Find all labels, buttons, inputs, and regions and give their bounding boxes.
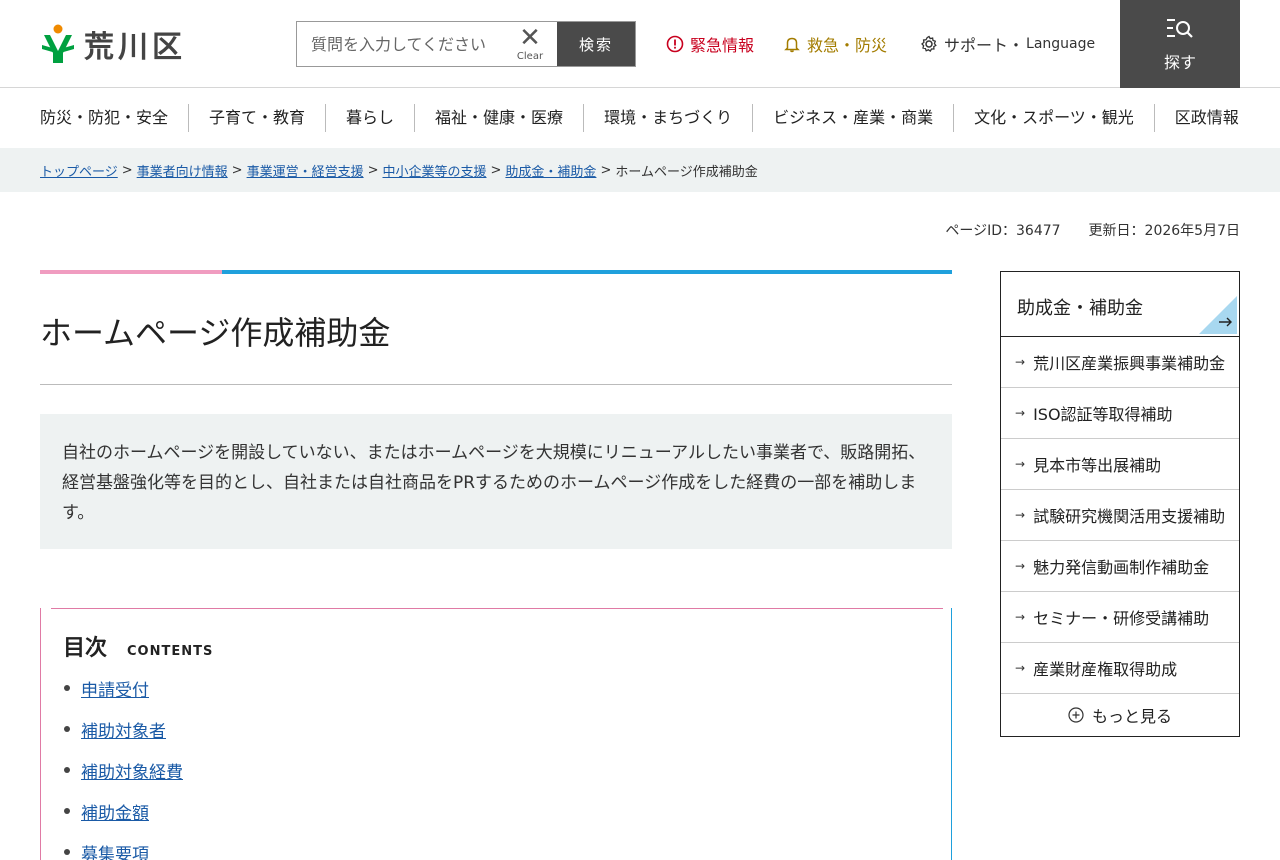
see-more-button[interactable]: もっと見る	[1001, 694, 1239, 736]
logo-text: 荒川区	[84, 30, 186, 65]
arrow-corner-icon	[1199, 296, 1237, 334]
sidebar-item[interactable]: → 産業財産権取得助成	[1001, 643, 1239, 694]
clear-label: Clear	[516, 50, 544, 62]
sidebar-item[interactable]: → セミナー・研修受講補助	[1001, 592, 1239, 643]
clear-button[interactable]: ✕ Clear	[503, 22, 557, 66]
toc-item: 申請受付	[63, 676, 183, 717]
toc-heading: 目次 CONTENTS	[63, 630, 213, 662]
menu-label: 探す	[1163, 53, 1196, 72]
gnav-item-childcare[interactable]: 子育て・教育	[188, 104, 325, 132]
arrow-right-icon: →	[1015, 559, 1026, 573]
breadcrumb-separator: >	[367, 162, 379, 178]
sidebar-item-label: 荒川区産業振興事業補助金	[1033, 354, 1226, 373]
bullet-icon	[64, 767, 70, 773]
breadcrumb-separator: >	[600, 162, 612, 178]
arrow-right-icon: →	[1015, 457, 1026, 471]
page-id: ページID：36477	[945, 223, 1061, 239]
arakawa-logo-icon	[42, 24, 74, 63]
toc-list: 申請受付 補助対象者 補助対象経費 補助金額 募集要項	[63, 676, 183, 860]
updated-date: 更新日：2026年5月7日	[1088, 223, 1240, 239]
sidebar-item-label: 魅力発信動画制作補助金	[1033, 558, 1210, 577]
global-nav: 防災・防犯・安全 子育て・教育 暮らし 福祉・健康・医療 環境・まちづくり ビジ…	[40, 100, 1240, 136]
toc-item: 補助対象者	[63, 717, 183, 758]
table-of-contents: 目次 CONTENTS 申請受付 補助対象者 補助対象経費 補助金額 募集要項	[40, 608, 952, 860]
breadcrumb-link[interactable]: トップページ	[40, 161, 118, 180]
breadcrumb-current: ホームページ作成補助金	[615, 164, 758, 180]
explore-menu-button[interactable]: 探す	[1120, 0, 1240, 88]
title-divider	[40, 384, 952, 385]
breadcrumb-link[interactable]: 事業運営・経営支援	[247, 161, 364, 180]
arrow-right-icon: →	[1015, 610, 1026, 624]
alert-circle-icon	[666, 35, 684, 53]
sidebar-item-label: ISO認証等取得補助	[1033, 405, 1173, 424]
emergency-label: 緊急情報	[690, 36, 755, 55]
site-header: 荒川区 ✕ Clear 検索 緊急情報 救急・防災 サポート・ Language	[0, 0, 1280, 88]
toc-item: 補助金額	[63, 799, 183, 840]
gnav-item-government[interactable]: 区政情報	[1153, 104, 1239, 132]
disaster-link[interactable]: 救急・防災	[783, 32, 887, 56]
toc-item: 募集要項	[63, 840, 183, 860]
sidebar-title: 助成金・補助金	[1017, 298, 1143, 319]
language-label: Language	[1026, 36, 1096, 52]
sidebar-item[interactable]: → 試験研究機関活用支援補助	[1001, 490, 1239, 541]
sidebar: 助成金・補助金 → 荒川区産業振興事業補助金 → ISO認証等取得補助 → 見本市等出…	[1000, 271, 1240, 737]
sidebar-item[interactable]: → 魅力発信動画制作補助金	[1001, 541, 1239, 592]
disaster-label: 救急・防災	[807, 36, 888, 55]
arrow-right-icon: →	[1015, 355, 1026, 369]
sidebar-item-label: 見本市等出展補助	[1033, 456, 1162, 475]
lead-text: 自社のホームページを開設していない、またはホームページを大規模にリニューアルした…	[40, 414, 952, 549]
search-box: ✕ Clear 検索	[296, 21, 636, 67]
breadcrumb-separator: >	[490, 162, 502, 178]
bullet-icon	[64, 808, 70, 814]
site-logo[interactable]: 荒川区	[40, 22, 186, 66]
bullet-icon	[64, 849, 70, 855]
page-meta: ページID：36477 更新日：2026年5月7日	[945, 220, 1240, 240]
close-icon: ✕	[519, 22, 541, 53]
emergency-info-link[interactable]: 緊急情報	[666, 32, 754, 56]
gnav-item-welfare[interactable]: 福祉・健康・医療	[414, 104, 583, 132]
sidebar-item-label: 試験研究機関活用支援補助	[1033, 507, 1226, 526]
breadcrumb-link[interactable]: 中小企業等の支援	[383, 161, 487, 180]
menu-search-icon	[1167, 19, 1193, 38]
arrow-right-icon: →	[1015, 508, 1026, 522]
toc-link[interactable]: 補助金額	[81, 799, 149, 824]
page-title: ホームページ作成補助金	[40, 314, 391, 352]
toc-link[interactable]: 補助対象経費	[81, 758, 183, 783]
gear-icon	[921, 35, 937, 53]
sidebar-item-label: セミナー・研修受講補助	[1033, 609, 1210, 628]
toc-title: 目次	[63, 636, 108, 661]
bullet-icon	[64, 726, 70, 732]
gnav-item-business[interactable]: ビジネス・産業・商業	[752, 104, 953, 132]
toc-link[interactable]: 申請受付	[81, 676, 149, 701]
breadcrumb-separator: >	[121, 162, 133, 178]
title-accent-bar	[40, 270, 952, 274]
gnav-item-environment[interactable]: 環境・まちづくり	[583, 104, 752, 132]
gnav-item-safety[interactable]: 防災・防犯・安全	[40, 104, 188, 132]
bullet-icon	[64, 685, 70, 691]
toc-item: 補助対象経費	[63, 758, 183, 799]
sidebar-item-label: 産業財産権取得助成	[1033, 660, 1178, 679]
arrow-right-icon: →	[1015, 406, 1026, 420]
toc-subtitle: CONTENTS	[127, 644, 214, 659]
sidebar-item[interactable]: → 見本市等出展補助	[1001, 439, 1239, 490]
breadcrumb-separator: >	[231, 162, 243, 178]
breadcrumb-link[interactable]: 助成金・補助金	[505, 161, 596, 180]
sidebar-item[interactable]: → 荒川区産業振興事業補助金	[1001, 337, 1239, 388]
toc-link[interactable]: 補助対象者	[81, 717, 166, 742]
plus-circle-icon	[1068, 707, 1084, 723]
search-button[interactable]: 検索	[557, 22, 635, 66]
see-more-label: もっと見る	[1091, 707, 1172, 726]
breadcrumb-link[interactable]: 事業者向け情報	[137, 161, 228, 180]
toc-link[interactable]: 募集要項	[81, 840, 149, 860]
support-link[interactable]: サポート・ Language	[920, 32, 1095, 56]
gnav-item-culture[interactable]: 文化・スポーツ・観光	[953, 104, 1154, 132]
support-label: サポート・	[944, 36, 1025, 55]
gnav-item-living[interactable]: 暮らし	[325, 104, 414, 132]
arrow-right-icon: →	[1015, 661, 1026, 675]
sidebar-item[interactable]: → ISO認証等取得補助	[1001, 388, 1239, 439]
sidebar-header[interactable]: 助成金・補助金	[1001, 272, 1239, 337]
bell-icon	[784, 37, 800, 53]
breadcrumb: トップページ > 事業者向け情報 > 事業運営・経営支援 > 中小企業等の支援 …	[0, 148, 1280, 192]
search-input[interactable]	[297, 22, 503, 66]
